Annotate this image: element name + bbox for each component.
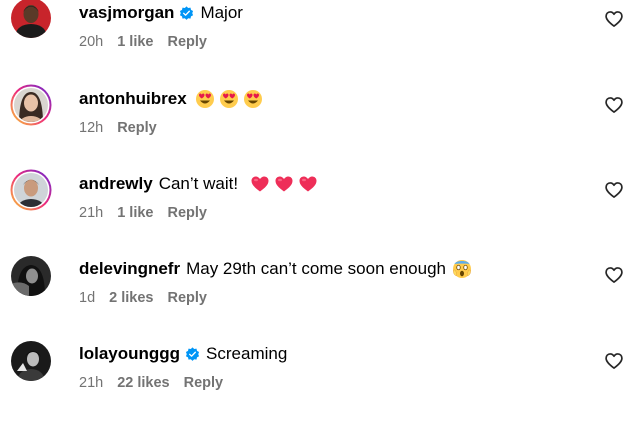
reply-button[interactable]: Reply (167, 205, 207, 221)
reply-button[interactable]: Reply (167, 34, 207, 50)
comment-line: vasjmorgan Major (79, 0, 243, 26)
comment-meta: 1d 2 likes Reply (79, 288, 221, 308)
avatar-icon (10, 84, 52, 126)
emoji-group (246, 174, 318, 194)
comment-meta: 20h 1 like Reply (79, 32, 221, 52)
like-heart-icon[interactable] (604, 265, 624, 285)
username[interactable]: delevingnefr (79, 259, 180, 279)
avatar[interactable] (10, 169, 52, 211)
comment-line: lolayounggg Screaming (79, 341, 287, 367)
red-heart-emoji-icon (274, 174, 294, 194)
comment-meta: 21h 1 like Reply (79, 203, 221, 223)
timestamp: 12h (79, 120, 104, 136)
screaming-face-emoji-icon (452, 259, 472, 279)
username[interactable]: lolayounggg (79, 344, 180, 364)
comment-meta: 12h Reply (79, 118, 171, 138)
reply-button[interactable]: Reply (117, 120, 157, 136)
username[interactable]: vasjmorgan (79, 3, 174, 23)
avatar[interactable] (10, 84, 52, 126)
username[interactable]: antonhuibrex (79, 89, 187, 109)
heart-eyes-emoji-icon (243, 89, 263, 109)
like-heart-icon[interactable] (604, 9, 624, 29)
comment-text: Screaming (206, 344, 288, 363)
likes-count[interactable]: 1 like (117, 205, 153, 221)
heart-eyes-emoji-icon (195, 89, 215, 109)
likes-count[interactable]: 1 like (117, 34, 153, 50)
comment-line: delevingnefr May 29th can’t come soon en… (79, 256, 472, 282)
avatar-icon (10, 169, 52, 211)
avatar-icon (11, 256, 51, 296)
likes-count[interactable]: 2 likes (109, 290, 153, 306)
username[interactable]: andrewly (79, 174, 153, 194)
avatar[interactable] (11, 256, 51, 296)
comment-line: andrewly Can’t wait! (79, 171, 318, 197)
like-heart-icon[interactable] (604, 180, 624, 200)
verified-badge-icon (185, 347, 200, 362)
reply-button[interactable]: Reply (184, 375, 224, 391)
comment-item: delevingnefr May 29th can’t come soon en… (0, 256, 634, 340)
avatar[interactable] (11, 341, 51, 381)
comment-item: andrewly Can’t wait! 21h 1 like Reply (0, 169, 634, 255)
timestamp: 20h (79, 34, 104, 50)
avatar-icon (11, 341, 51, 381)
comment-line: antonhuibrex (79, 86, 263, 112)
red-heart-emoji-icon (298, 174, 318, 194)
comment-item: vasjmorgan Major 20h 1 like Reply (0, 0, 634, 84)
reply-button[interactable]: Reply (167, 290, 207, 306)
avatar[interactable] (11, 0, 51, 38)
comment-text: Can’t wait! (158, 174, 239, 193)
comment-text: Major (200, 3, 243, 22)
timestamp: 21h (79, 205, 104, 221)
heart-eyes-emoji-icon (219, 89, 239, 109)
avatar-icon (11, 0, 51, 38)
like-heart-icon[interactable] (604, 351, 624, 371)
like-heart-icon[interactable] (604, 95, 624, 115)
timestamp: 21h (79, 375, 104, 391)
likes-count[interactable]: 22 likes (117, 375, 169, 391)
comment-item: lolayounggg Screaming 21h 22 likes Reply (0, 341, 634, 425)
verified-badge-icon (179, 6, 194, 21)
emoji-group (191, 89, 263, 109)
red-heart-emoji-icon (250, 174, 270, 194)
comment-item: antonhuibrex 12h Reply (0, 84, 634, 170)
comment-text: May 29th can’t come soon enough (186, 259, 446, 278)
timestamp: 1d (79, 290, 96, 306)
comment-meta: 21h 22 likes Reply (79, 373, 237, 393)
